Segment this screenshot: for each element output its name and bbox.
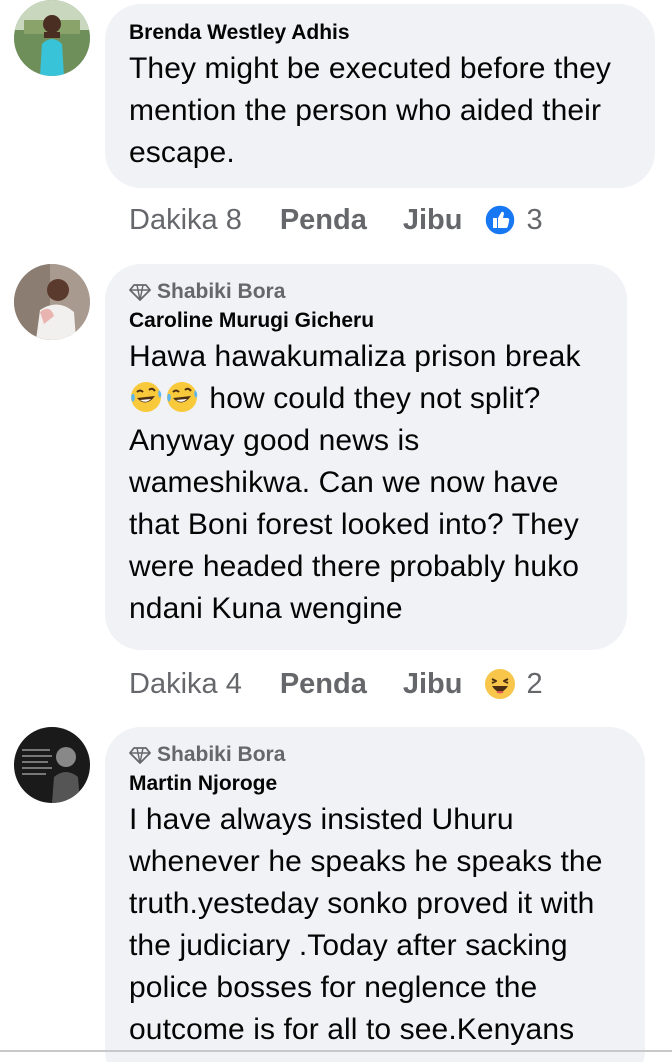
comment-bubble[interactable]: Shabiki Bora Martin Njoroge I have alway… <box>105 727 645 1062</box>
comment-actions: Dakika 8 Penda Jibu 3 <box>129 200 543 240</box>
divider <box>0 1050 672 1052</box>
comment-line: police bosses for neglence the <box>129 971 538 1004</box>
comment-line: how could they not split? <box>129 378 603 420</box>
avatar[interactable] <box>14 0 90 76</box>
comment-bubble[interactable]: Shabiki Bora Caroline Murugi Gicheru Haw… <box>105 264 627 650</box>
comment-author[interactable]: Martin Njoroge <box>129 769 621 799</box>
comment-bubble[interactable]: Brenda Westley Adhis They might be execu… <box>105 4 655 188</box>
comment-line-text: how could they not split? <box>201 382 541 415</box>
reaction-summary[interactable]: 3 <box>484 203 543 237</box>
comment-line: Hawa hawakumaliza prison break <box>129 340 581 373</box>
comment-line: the judiciary .Today after sacking <box>129 929 568 962</box>
comment-line: I have always insisted Uhuru <box>129 803 514 836</box>
like-button[interactable]: Penda <box>280 204 367 237</box>
reaction-summary[interactable]: 2 <box>484 667 543 701</box>
comment-text: I have always insisted Uhuru whenever he… <box>129 799 621 1051</box>
haha-emoji-icon <box>485 669 516 699</box>
reaction-count: 3 <box>526 203 543 236</box>
comment-line: wameshikwa. Can we now have <box>129 466 559 499</box>
comment-text: Hawa hawakumaliza prison break how could… <box>129 336 603 630</box>
reply-button[interactable]: Jibu <box>403 204 463 237</box>
comment-line: ndani Kuna wengine <box>129 592 403 625</box>
comment-line: that Boni forest looked into? They <box>129 508 579 541</box>
avatar-photo-icon <box>14 0 90 76</box>
comment-line: Anyway good news is <box>129 424 420 457</box>
avatar[interactable] <box>14 264 90 340</box>
comment-line: outcome is for all to see.Kenyans <box>129 1013 575 1046</box>
comment-line: truth.yesteday sonko proved it with <box>129 887 595 920</box>
comment-line: were headed there probably huko <box>129 550 580 583</box>
comments-feed: Brenda Westley Adhis They might be execu… <box>0 0 672 1062</box>
comment-line: escape. <box>129 136 235 169</box>
comment-timestamp[interactable]: Dakika 8 <box>129 204 242 237</box>
diamond-icon <box>129 284 151 301</box>
reply-button[interactable]: Jibu <box>403 668 463 701</box>
reaction-count: 2 <box>526 667 543 700</box>
comment-line: mention the person who aided their <box>129 94 602 127</box>
comment-author[interactable]: Brenda Westley Adhis <box>129 18 631 48</box>
comment-line: whenever he speaks he speaks the <box>129 845 603 878</box>
comment-text: They might be executed before they menti… <box>129 48 631 174</box>
comment-author[interactable]: Caroline Murugi Gicheru <box>129 306 603 336</box>
comment-line: They might be executed before they <box>129 52 612 85</box>
badge-label: Shabiki Bora <box>157 280 286 303</box>
like-button[interactable]: Penda <box>280 668 367 701</box>
comment-actions: Dakika 4 Penda Jibu 2 <box>129 664 543 704</box>
top-fan-badge: Shabiki Bora <box>129 278 603 306</box>
avatar-photo-icon <box>14 727 90 803</box>
comment-timestamp[interactable]: Dakika 4 <box>129 668 242 701</box>
laughing-tears-emoji-icon <box>131 382 162 412</box>
badge-label: Shabiki Bora <box>157 743 286 766</box>
like-thumb-icon <box>484 204 517 236</box>
avatar[interactable] <box>14 727 90 803</box>
laughing-tears-emoji-icon <box>167 382 198 412</box>
avatar-photo-icon <box>14 264 90 340</box>
diamond-icon <box>129 747 151 764</box>
top-fan-badge: Shabiki Bora <box>129 741 621 769</box>
